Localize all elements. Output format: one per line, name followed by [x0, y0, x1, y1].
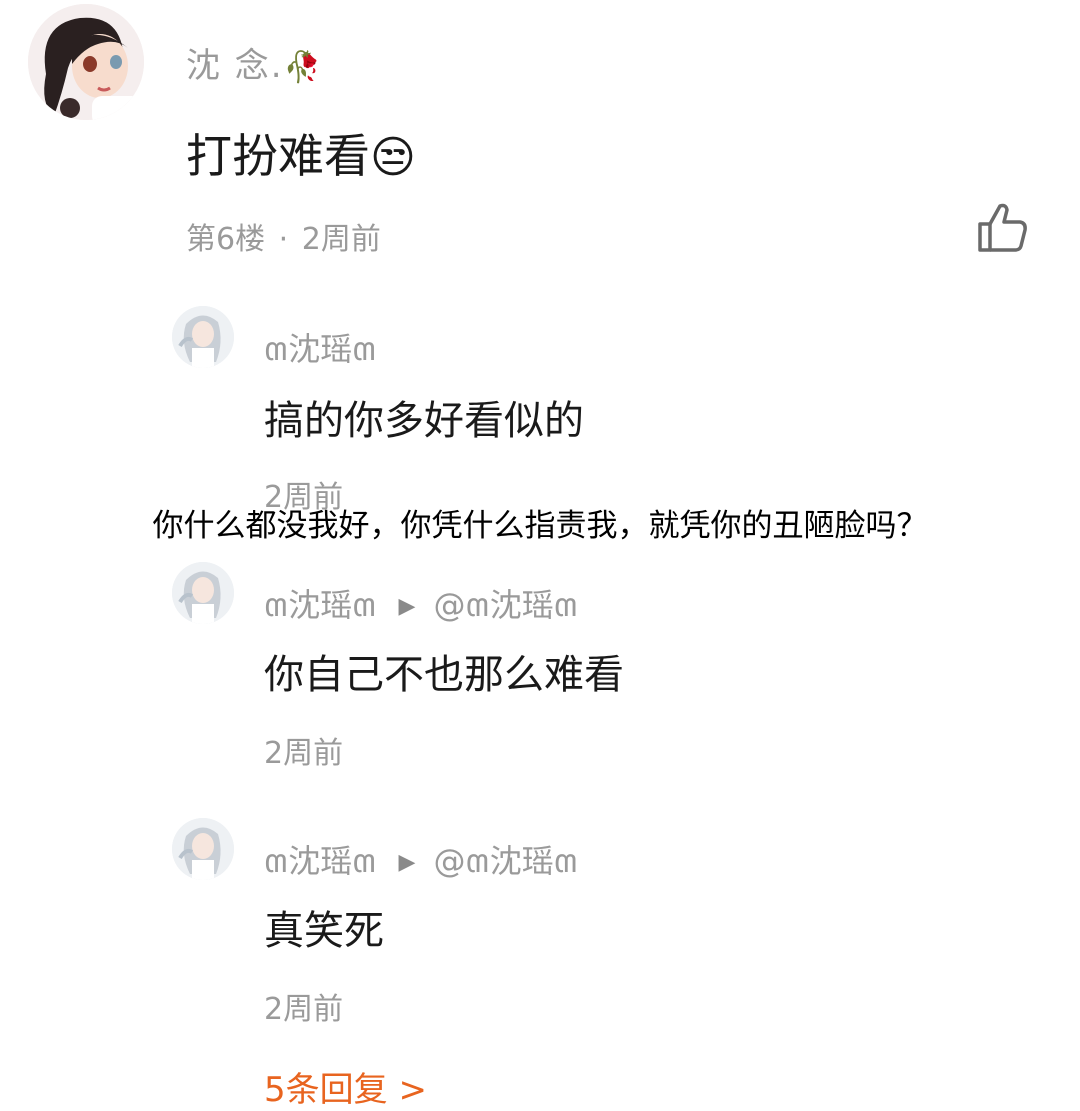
reply-time: 2周前 [264, 736, 344, 771]
avatar-image [28, 4, 144, 120]
reply-text: 你自己不也那么难看 [264, 652, 624, 698]
reply-text: 真笑死 [264, 908, 384, 954]
reply-author[interactable]: ຓ沈瑶ຓ [264, 586, 377, 624]
reply-time: 2周前 [264, 992, 344, 1027]
reply-avatar[interactable] [172, 562, 234, 624]
reply-author[interactable]: ຓ沈瑶ຓ [264, 322, 377, 375]
like-button[interactable] [976, 200, 1030, 254]
reply-avatar[interactable] [172, 306, 234, 368]
overlay-caption: 你什么都没我好，你凭什么指责我，就凭你的丑陋脸吗？ [152, 508, 928, 544]
more-replies-link[interactable]: 5条回复 > [264, 1062, 427, 1111]
avatar-image [172, 306, 234, 368]
reply-author[interactable]: ຓ沈瑶ຓ [264, 842, 377, 880]
reply-to-mention[interactable]: @ຓ沈瑶ຓ [433, 586, 578, 624]
floor-number: 第6楼 [186, 222, 266, 257]
comment-time: 2周前 [301, 222, 381, 257]
reply-arrow-icon: ▶ [398, 594, 416, 619]
unamused-face-emoji: 😒 [370, 132, 416, 183]
reply-author-line: ຓ沈瑶ຓ ▶ @ຓ沈瑶ຓ [264, 834, 578, 887]
comment-author[interactable]: 沈 念.🥀 [186, 38, 323, 87]
avatar-image [172, 562, 234, 624]
reply-author-line: ຓ沈瑶ຓ ▶ @ຓ沈瑶ຓ [264, 578, 578, 631]
reply-text: 搞的你多好看似的 [264, 398, 584, 444]
comment-text: 打扮难看😒 [186, 129, 416, 183]
reply-to-mention[interactable]: @ຓ沈瑶ຓ [433, 842, 578, 880]
comment-meta: 第6楼 · 2周前 [186, 214, 381, 258]
thumbs-up-icon [978, 203, 1027, 252]
reply-arrow-icon: ▶ [398, 850, 416, 875]
separator-dot: · [278, 222, 289, 257]
avatar-image [172, 818, 234, 880]
avatar[interactable] [28, 4, 144, 120]
reply-avatar[interactable] [172, 818, 234, 880]
wilted-rose-emoji: 🥀 [283, 50, 323, 85]
